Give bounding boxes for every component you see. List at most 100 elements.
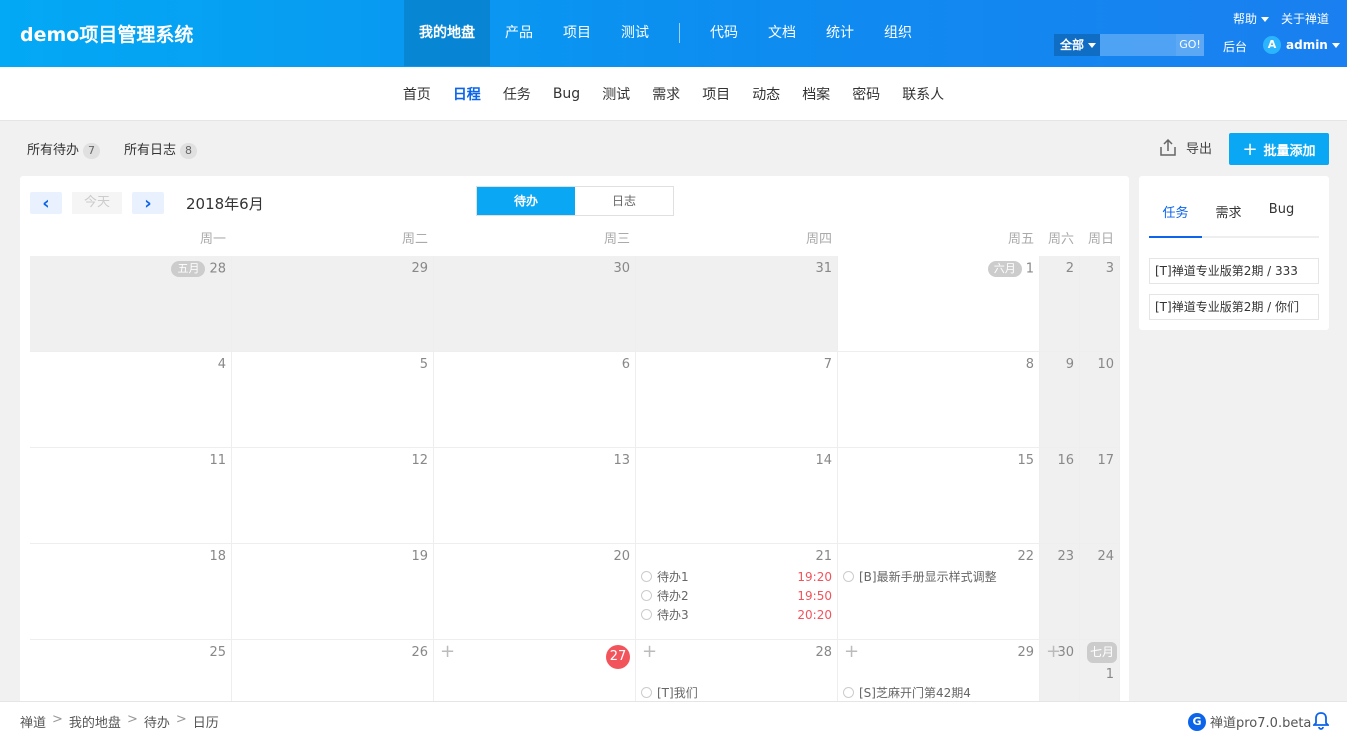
search-go-button[interactable]: GO!	[1176, 34, 1204, 56]
prev-month-button[interactable]: ‹	[30, 192, 62, 214]
calendar-day[interactable]: 26	[232, 640, 434, 706]
subnav-task[interactable]: 任务	[492, 84, 542, 104]
calendar-day[interactable]: 18	[30, 544, 232, 640]
subnav-profile[interactable]: 档案	[791, 84, 841, 104]
help-menu[interactable]: 帮助	[1233, 10, 1269, 27]
version-link[interactable]: G 禅道pro7.0.beta	[1188, 712, 1311, 731]
calendar-day[interactable]: 11	[30, 448, 232, 544]
calendar-day[interactable]: 13	[434, 448, 636, 544]
tab-todo[interactable]: 待办	[477, 187, 575, 215]
day-number: 15	[1017, 453, 1034, 468]
side-list-item[interactable]: [T]禅道专业版第2期 / 333	[1149, 258, 1319, 284]
subnav-password[interactable]: 密码	[841, 84, 891, 104]
calendar-day[interactable]: 24	[1080, 544, 1120, 640]
nav-code[interactable]: 代码	[695, 0, 753, 66]
add-todo-icon[interactable]: +	[844, 641, 859, 662]
calendar-day[interactable]: 5	[232, 352, 434, 448]
calendar-day[interactable]: 7	[636, 352, 838, 448]
calendar-day[interactable]: 29 + [S]芝麻开门第42期4	[838, 640, 1040, 706]
calendar-day[interactable]: 20	[434, 544, 636, 640]
subnav-story[interactable]: 需求	[641, 84, 691, 104]
calendar-day[interactable]: 22 [B]最新手册显示样式调整	[838, 544, 1040, 640]
breadcrumb-item[interactable]: 禅道	[20, 712, 46, 731]
app-brand[interactable]: demo项目管理系统	[20, 20, 193, 47]
user-menu[interactable]: A admin	[1263, 36, 1340, 54]
nav-my[interactable]: 我的地盘	[404, 0, 490, 66]
checkbox-circle-icon[interactable]	[641, 590, 652, 601]
add-todo-icon[interactable]: +	[1046, 641, 1061, 662]
add-todo-icon[interactable]: +	[642, 641, 657, 662]
calendar-event[interactable]: 待办3 20:20	[641, 606, 832, 623]
calendar-day[interactable]: 29	[232, 256, 434, 352]
subnav-bug[interactable]: Bug	[542, 86, 591, 102]
backend-link[interactable]: 后台	[1223, 38, 1247, 55]
filter-all-logs[interactable]: 所有日志 8	[124, 139, 198, 159]
calendar-day[interactable]: 15	[838, 448, 1040, 544]
calendar-event[interactable]: [T]我们	[641, 684, 832, 701]
nav-company[interactable]: 组织	[869, 0, 927, 66]
checkbox-circle-icon[interactable]	[641, 571, 652, 582]
calendar-day[interactable]: 21 待办1 19:20 待办2 19:50 待办3 20:20	[636, 544, 838, 640]
breadcrumb-item[interactable]: 我的地盘	[69, 712, 121, 731]
side-tab-task[interactable]: 任务	[1149, 192, 1202, 238]
add-todo-icon[interactable]: +	[440, 641, 455, 662]
calendar-day[interactable]: 8	[838, 352, 1040, 448]
calendar-day[interactable]: 10	[1080, 352, 1120, 448]
day-number: 七月 1	[1087, 642, 1117, 682]
subnav-calendar[interactable]: 日程	[442, 84, 492, 104]
search-input[interactable]	[1100, 34, 1176, 56]
day-number-text: 15	[1017, 453, 1034, 468]
today-button[interactable]: 今天	[72, 192, 122, 214]
calendar-event[interactable]: 待办1 19:20	[641, 568, 832, 585]
calendar-day[interactable]: 七月 1	[1080, 640, 1120, 706]
nav-project[interactable]: 项目	[548, 0, 606, 66]
calendar-day[interactable]: 17	[1080, 448, 1120, 544]
batch-add-button[interactable]: + 批量添加	[1229, 133, 1329, 165]
calendar-day[interactable]: 12	[232, 448, 434, 544]
calendar-day[interactable]: 30	[434, 256, 636, 352]
filter-all-todos[interactable]: 所有待办 7	[27, 139, 101, 159]
nav-doc[interactable]: 文档	[753, 0, 811, 66]
calendar-day[interactable]: 16	[1040, 448, 1080, 544]
calendar-day[interactable]: 2	[1040, 256, 1080, 352]
nav-report[interactable]: 统计	[811, 0, 869, 66]
export-button[interactable]: 导出	[1158, 138, 1212, 157]
calendar-day[interactable]: 27 +	[434, 640, 636, 706]
calendar-day[interactable]: 19	[232, 544, 434, 640]
calendar-day[interactable]: 六月 1	[838, 256, 1040, 352]
calendar-day[interactable]: 31	[636, 256, 838, 352]
calendar-event[interactable]: 待办2 19:50	[641, 587, 832, 604]
subnav-contacts[interactable]: 联系人	[891, 84, 955, 104]
subnav-test[interactable]: 测试	[591, 84, 641, 104]
nav-product[interactable]: 产品	[490, 0, 548, 66]
breadcrumb-item[interactable]: 待办	[144, 712, 170, 731]
calendar-day[interactable]: 14	[636, 448, 838, 544]
calendar-event[interactable]: [S]芝麻开门第42期4	[843, 684, 1034, 701]
next-month-button[interactable]: ›	[132, 192, 164, 214]
calendar-day[interactable]: 9	[1040, 352, 1080, 448]
calendar-day[interactable]: 25	[30, 640, 232, 706]
subnav-dynamic[interactable]: 动态	[741, 84, 791, 104]
subnav-home[interactable]: 首页	[392, 84, 442, 104]
calendar-day[interactable]: 3	[1080, 256, 1120, 352]
checkbox-circle-icon[interactable]	[843, 571, 854, 582]
about-link[interactable]: 关于禅道	[1281, 10, 1329, 27]
checkbox-circle-icon[interactable]	[641, 687, 652, 698]
calendar-day[interactable]: 28 + [T]我们	[636, 640, 838, 706]
search-scope-select[interactable]: 全部	[1054, 34, 1100, 56]
calendar-event[interactable]: [B]最新手册显示样式调整	[843, 568, 1034, 585]
calendar-day[interactable]: 五月 28	[30, 256, 232, 352]
side-list-item[interactable]: [T]禅道专业版第2期 / 你们	[1149, 294, 1319, 320]
side-tab-story[interactable]: 需求	[1202, 192, 1255, 236]
nav-test[interactable]: 测试	[606, 0, 664, 66]
calendar-day[interactable]: 23	[1040, 544, 1080, 640]
bell-icon[interactable]	[1313, 712, 1329, 730]
tab-log[interactable]: 日志	[575, 187, 673, 215]
checkbox-circle-icon[interactable]	[843, 687, 854, 698]
calendar-day[interactable]: 6	[434, 352, 636, 448]
calendar-day[interactable]: 30 +	[1040, 640, 1080, 706]
checkbox-circle-icon[interactable]	[641, 609, 652, 620]
calendar-day[interactable]: 4	[30, 352, 232, 448]
side-tab-bug[interactable]: Bug	[1255, 192, 1308, 236]
subnav-project[interactable]: 项目	[691, 84, 741, 104]
